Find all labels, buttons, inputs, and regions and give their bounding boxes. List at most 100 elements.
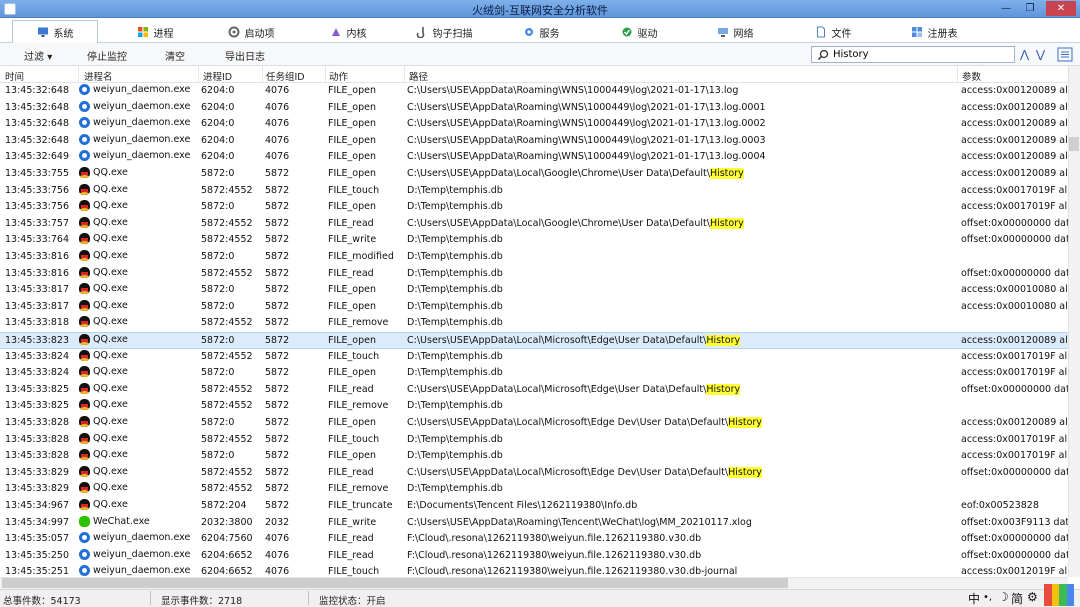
- cell-pid: 6204:0: [201, 151, 235, 163]
- table-row[interactable]: 13:45:34:997 WeChat.exe 2032:3800 2032 FILE_…: [0, 515, 1068, 532]
- event-list[interactable]: 13:45:32:648 weiyun_daemon.exe 6204:0 4076 F…: [0, 83, 1068, 577]
- column-divider[interactable]: [262, 66, 263, 83]
- cell-action: FILE_open: [328, 85, 377, 96]
- tab-files[interactable]: 文件: [800, 21, 866, 43]
- table-row[interactable]: 13:45:33:824 QQ.exe 5872:0 5872 FILE_open D:\…: [0, 365, 1068, 382]
- table-row[interactable]: 13:45:32:648 weiyun_daemon.exe 6204:0 4076 F…: [0, 133, 1068, 150]
- tab-kernel[interactable]: 内核: [315, 21, 381, 43]
- column-header-time[interactable]: 时间: [5, 69, 24, 83]
- table-row[interactable]: 13:45:32:648 weiyun_daemon.exe 6204:0 4076 F…: [0, 83, 1068, 100]
- table-row[interactable]: 13:45:34:967 QQ.exe 5872:204 5872 FILE_trunc…: [0, 498, 1068, 515]
- table-row[interactable]: 13:45:33:829 QQ.exe 5872:4552 5872 FILE_remo…: [0, 481, 1068, 498]
- column-divider[interactable]: [325, 66, 326, 83]
- table-row[interactable]: 13:45:33:816 QQ.exe 5872:0 5872 FILE_modifie…: [0, 249, 1068, 266]
- column-header-action[interactable]: 动作: [329, 69, 348, 83]
- process-name: weiyun_daemon.exe: [93, 565, 191, 577]
- table-row[interactable]: 13:45:32:648 weiyun_daemon.exe 6204:0 4076 F…: [0, 100, 1068, 117]
- cell-action: FILE_open: [328, 151, 377, 163]
- column-header-pid[interactable]: 进程ID: [203, 69, 232, 83]
- column-header-path[interactable]: 路径: [409, 69, 428, 83]
- search-prev-button[interactable]: ⋀: [1016, 46, 1033, 63]
- filter-button[interactable]: 过滤 ▾: [24, 48, 52, 63]
- ime-language-indicator[interactable]: 中: [968, 590, 980, 607]
- cell-pid: 2032:3800: [201, 516, 253, 528]
- ime-simplified-indicator[interactable]: 简: [1011, 590, 1023, 607]
- cell-param: offset:0x00000000 data: [961, 267, 1068, 279]
- table-row[interactable]: 13:45:33:829 QQ.exe 5872:4552 5872 FILE_read…: [0, 465, 1068, 482]
- tab-startup[interactable]: 启动项: [213, 21, 289, 43]
- gear-icon[interactable]: ⚙: [1027, 590, 1038, 604]
- tab-hook-scan[interactable]: 钩子扫描: [404, 21, 484, 43]
- cell-path: D:\Temp\temphis.db: [407, 251, 955, 262]
- table-row[interactable]: 13:45:33:828 QQ.exe 5872:4552 5872 FILE_touc…: [0, 432, 1068, 449]
- column-divider[interactable]: [198, 66, 199, 83]
- cell-time: 13:45:33:829: [5, 483, 69, 495]
- tab-label: 系统: [53, 28, 74, 40]
- tab-system[interactable]: 系统: [12, 20, 98, 43]
- table-row[interactable]: 13:45:33:823 QQ.exe 5872:0 5872 FILE_open C:\…: [0, 332, 1068, 349]
- table-row[interactable]: 13:45:32:649 weiyun_daemon.exe 6204:0 4076 F…: [0, 149, 1068, 166]
- cell-param: access:0x00120089 allo: [961, 335, 1068, 346]
- table-row[interactable]: 13:45:33:825 QQ.exe 5872:4552 5872 FILE_read…: [0, 382, 1068, 399]
- table-row[interactable]: 13:45:33:755 QQ.exe 5872:0 5872 FILE_open C:\…: [0, 166, 1068, 183]
- search-next-button[interactable]: ⋁: [1032, 46, 1049, 63]
- clear-button[interactable]: 清空: [165, 48, 185, 63]
- chevron-down-icon: ▾: [47, 52, 53, 63]
- vertical-scroll-thumb[interactable]: [1069, 137, 1079, 151]
- cell-path: D:\Temp\temphis.db: [407, 367, 955, 378]
- table-row[interactable]: 13:45:35:251 weiyun_daemon.exe 6204:6652 40…: [0, 564, 1068, 577]
- menu-icon[interactable]: [1056, 46, 1074, 63]
- ime-punctuation-indicator[interactable]: •,: [983, 592, 992, 603]
- cell-action: FILE_write: [328, 516, 377, 528]
- cell-pid: 6204:7560: [201, 533, 253, 545]
- table-row[interactable]: 13:45:35:057 weiyun_daemon.exe 6204:7560 40…: [0, 531, 1068, 548]
- table-row[interactable]: 13:45:35:250 weiyun_daemon.exe 6204:6652 40…: [0, 548, 1068, 565]
- table-row[interactable]: 13:45:33:828 QQ.exe 5872:0 5872 FILE_open D:\…: [0, 448, 1068, 465]
- filter-label: 过滤: [24, 52, 44, 63]
- column-header-param[interactable]: 参数: [962, 69, 981, 83]
- process-name: QQ.exe: [93, 382, 128, 394]
- cell-tid: 5872: [265, 317, 290, 329]
- cell-time: 13:45:33:764: [5, 234, 69, 246]
- path-text: C:\Users\USE\AppData\Roaming\WNS\1000449…: [407, 134, 766, 146]
- cell-action: FILE_read: [328, 267, 374, 279]
- export-log-button[interactable]: 导出日志: [225, 48, 265, 63]
- tab-drivers[interactable]: 驱动: [606, 21, 672, 43]
- cell-tid: 5872: [265, 284, 290, 296]
- close-button[interactable]: ✕: [1046, 1, 1076, 16]
- table-row[interactable]: 13:45:33:818 QQ.exe 5872:4552 5872 FILE_remo…: [0, 315, 1068, 332]
- column-divider[interactable]: [78, 66, 79, 83]
- process-name: QQ.exe: [93, 299, 128, 311]
- table-row[interactable]: 13:45:33:828 QQ.exe 5872:0 5872 FILE_open C:\…: [0, 415, 1068, 432]
- tab-services[interactable]: 服务: [508, 21, 574, 43]
- path-text: C:\Users\USE\AppData\Local\Google\Chrome…: [407, 168, 710, 179]
- table-row[interactable]: 13:45:33:757 QQ.exe 5872:4552 5872 FILE_read…: [0, 216, 1068, 233]
- column-header-process[interactable]: 进程名: [84, 69, 113, 83]
- cell-param: access:0x00120089 allo: [961, 168, 1068, 179]
- table-row[interactable]: 13:45:33:756 QQ.exe 5872:4552 5872 FILE_touc…: [0, 183, 1068, 200]
- cell-param: access:0x00120089 allo: [961, 151, 1068, 163]
- table-row[interactable]: 13:45:33:825 QQ.exe 5872:4552 5872 FILE_remo…: [0, 398, 1068, 415]
- moon-icon[interactable]: ☽: [998, 590, 1009, 604]
- column-divider[interactable]: [404, 66, 405, 83]
- cell-process: QQ.exe: [79, 266, 199, 278]
- stop-monitor-button[interactable]: 停止监控: [87, 48, 127, 63]
- table-row[interactable]: 13:45:32:648 weiyun_daemon.exe 6204:0 4076 F…: [0, 116, 1068, 133]
- table-row[interactable]: 13:45:33:756 QQ.exe 5872:0 5872 FILE_open D:\…: [0, 199, 1068, 216]
- table-row[interactable]: 13:45:33:817 QQ.exe 5872:0 5872 FILE_open D:\…: [0, 282, 1068, 299]
- search-input[interactable]: [833, 49, 1003, 60]
- table-row[interactable]: 13:45:33:824 QQ.exe 5872:4552 5872 FILE_touc…: [0, 349, 1068, 366]
- tab-network[interactable]: 网络: [702, 21, 768, 43]
- minimize-button[interactable]: —: [995, 1, 1017, 16]
- column-header-tid[interactable]: 任务组ID: [266, 69, 305, 83]
- tab-process[interactable]: 进程: [120, 21, 190, 43]
- table-row[interactable]: 13:45:33:816 QQ.exe 5872:4552 5872 FILE_read…: [0, 266, 1068, 283]
- column-divider[interactable]: [957, 66, 958, 83]
- restore-button[interactable]: ❐: [1019, 1, 1041, 16]
- cell-time: 13:45:33:824: [5, 367, 69, 379]
- horizontal-scroll-thumb[interactable]: [2, 578, 788, 588]
- search-box[interactable]: [811, 46, 1015, 63]
- table-row[interactable]: 13:45:33:764 QQ.exe 5872:4552 5872 FILE_writ…: [0, 232, 1068, 249]
- tab-registry[interactable]: 注册表: [897, 21, 971, 43]
- table-row[interactable]: 13:45:33:817 QQ.exe 5872:0 5872 FILE_open D:\…: [0, 299, 1068, 316]
